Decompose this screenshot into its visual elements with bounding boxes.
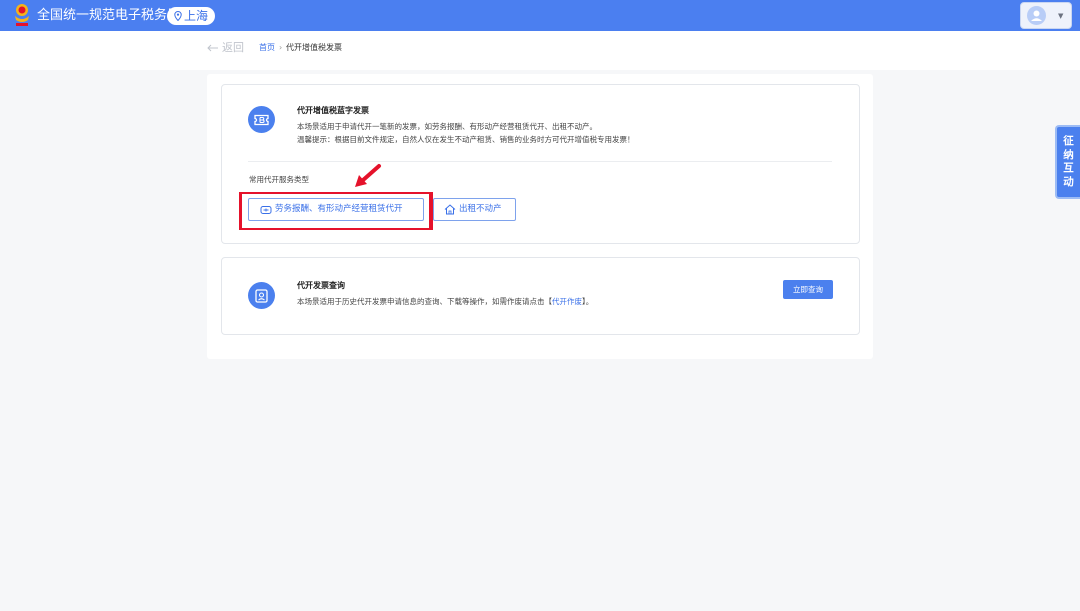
card-title: 代开发票查询 — [297, 281, 345, 290]
invoice-ticket-icon — [248, 106, 275, 133]
user-menu[interactable]: ▼ — [1020, 2, 1072, 29]
invoice-query-card — [221, 257, 860, 335]
back-link[interactable]: 返回 — [207, 41, 244, 55]
breadcrumb-bar: 返回 首页 › 代开增值税发票 — [0, 31, 1080, 70]
side-tab-char: 动 — [1063, 175, 1074, 188]
side-tab-char: 纳 — [1063, 148, 1074, 161]
card-description: 本场景适用于历史代开发票申请信息的查询、下载等操作，如需作废请点击【代开作废】。 — [297, 297, 594, 306]
service-labor-remuneration-button[interactable]: 劳务报酬、有形动产经营租赁代开 — [248, 198, 424, 221]
tax-interaction-side-tab[interactable]: 征 纳 互 动 — [1055, 125, 1080, 199]
back-label: 返回 — [222, 41, 244, 54]
red-arrow-annotation-icon — [355, 164, 381, 187]
divider — [248, 161, 832, 162]
card-warning-tip: 温馨提示：根据目前文件规定，自然人仅在发生不动产租赁、销售的业务时方可代开增值税… — [297, 135, 635, 144]
chevron-down-icon: ▼ — [1058, 12, 1064, 20]
card-description: 本场景适用于申请代开一笔新的发票，如劳务报酬、有形动产经营租赁代开、出租不动产。 — [297, 122, 597, 131]
location-pin-icon — [174, 11, 182, 21]
tax-emblem-logo — [15, 4, 29, 26]
service-label: 出租不动产 — [459, 204, 502, 214]
user-avatar-icon — [1027, 6, 1046, 25]
void-invoice-link[interactable]: 代开作废 — [552, 297, 582, 306]
top-navigation-bar: 全国统一规范电子税务局 上海 ▼ — [0, 0, 1080, 31]
service-label: 劳务报酬、有形动产经营租赁代开 — [275, 204, 403, 214]
site-title: 全国统一规范电子税务局 — [37, 8, 181, 23]
service-icon — [260, 205, 272, 214]
side-tab-char: 征 — [1063, 135, 1074, 147]
breadcrumb-current: 代开增值税发票 — [286, 43, 342, 52]
search-document-icon — [248, 282, 275, 309]
arrow-left-icon — [207, 44, 218, 52]
section-label: 常用代开服务类型 — [249, 175, 309, 184]
breadcrumb-separator: › — [279, 43, 283, 52]
city-selector[interactable]: 上海 — [167, 7, 215, 25]
side-tab-char: 互 — [1063, 162, 1074, 174]
service-rent-property-button[interactable]: 出租不动产 — [433, 198, 516, 221]
query-now-button[interactable]: 立即查询 — [783, 280, 833, 299]
card-title: 代开增值税蓝字发票 — [297, 106, 369, 115]
breadcrumb-home[interactable]: 首页 — [259, 43, 275, 53]
house-icon — [444, 204, 456, 215]
city-label: 上海 — [183, 9, 208, 23]
